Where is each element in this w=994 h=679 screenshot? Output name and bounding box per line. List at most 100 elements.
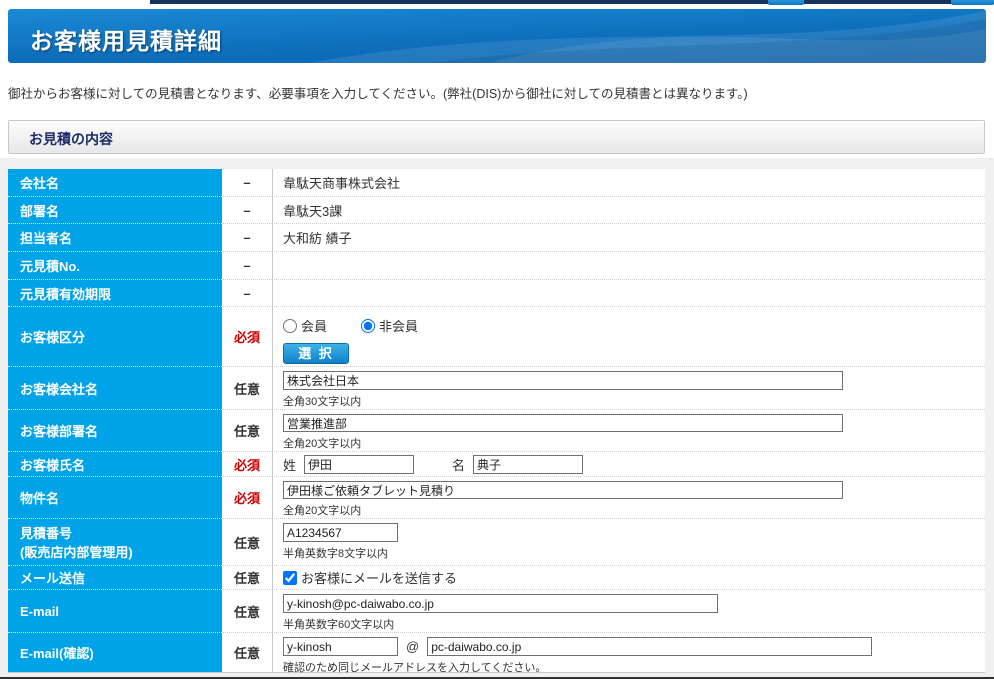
- send-mail-checkbox-label: お客様にメールを送信する: [301, 568, 457, 587]
- requirement-marker: –: [222, 169, 272, 197]
- last-name-input[interactable]: [304, 455, 414, 474]
- readonly-value: 大和紡 績子: [283, 228, 985, 247]
- top-button-fragment[interactable]: [951, 0, 994, 5]
- requirement-marker: 任意: [222, 590, 272, 633]
- value-cell: お客様にメールを送信する: [272, 566, 985, 590]
- row-original-quote-no: 元見積No. –: [8, 252, 985, 280]
- customer-name-fields: 姓 名: [283, 455, 985, 474]
- requirement-marker: 必須: [222, 452, 272, 477]
- value-cell: [272, 280, 985, 307]
- radio-member[interactable]: 会員: [283, 316, 327, 335]
- value-cell: 半角英数字8文字以内: [272, 519, 985, 566]
- label-text: メール送信: [20, 568, 222, 587]
- requirement-marker: 必須: [222, 477, 272, 519]
- label-text: 元見積No.: [20, 256, 222, 275]
- row-person: 担当者名 – 大和紡 績子: [8, 224, 985, 252]
- select-button[interactable]: 選 択: [283, 343, 349, 364]
- row-customer-name: お客様氏名 必須 姓 名: [8, 452, 985, 477]
- label-text: 物件名: [20, 488, 222, 507]
- row-department: 部署名 – 韋駄天3課: [8, 197, 985, 224]
- label-text: お客様会社名: [20, 379, 222, 398]
- row-customer-company: お客様会社名 任意 全角30文字以内: [8, 367, 985, 410]
- first-name-input[interactable]: [473, 455, 583, 474]
- radio-nonmember-label: 非会員: [379, 316, 418, 335]
- row-label: メール送信: [8, 566, 222, 590]
- row-mail-send: メール送信 任意 お客様にメールを送信する: [8, 566, 985, 590]
- email-confirm-local-input[interactable]: [283, 637, 398, 656]
- quote-form-table: 会社名 – 韋駄天商事株式会社 部署名 – 韋駄天3課 担当者名 – 大和紡 績…: [8, 169, 985, 673]
- label-text: E-mail(確認): [20, 643, 222, 662]
- value-cell: 韋駄天商事株式会社: [272, 169, 985, 197]
- section-title: お見積の内容: [9, 121, 113, 149]
- row-label: 部署名: [8, 197, 222, 224]
- requirement-marker: 任意: [222, 367, 272, 410]
- row-company: 会社名 – 韋駄天商事株式会社: [8, 169, 985, 197]
- row-label: 担当者名: [8, 224, 222, 252]
- radio-nonmember[interactable]: 非会員: [361, 316, 418, 335]
- label-text: お客様区分: [20, 327, 222, 346]
- customer-department-input[interactable]: [283, 414, 843, 432]
- row-label: お客様会社名: [8, 367, 222, 410]
- top-button-fragment[interactable]: [768, 0, 804, 5]
- subject-input[interactable]: [283, 481, 843, 499]
- send-mail-checkbox-row[interactable]: お客様にメールを送信する: [283, 568, 985, 587]
- radio-nonmember-input[interactable]: [361, 319, 375, 333]
- radio-member-label: 会員: [301, 316, 327, 335]
- input-note: 確認のため同じメールアドレスを入力してください。: [283, 659, 985, 675]
- readonly-value: 韋駄天3課: [283, 201, 985, 220]
- page-header-banner: お客様用見積詳細: [8, 9, 986, 63]
- row-original-quote-expiry: 元見積有効期限 –: [8, 280, 985, 307]
- label-text: 部署名: [20, 201, 222, 220]
- label-text: 元見積有効期限: [20, 284, 222, 303]
- send-mail-checkbox[interactable]: [283, 571, 297, 585]
- email-input[interactable]: [283, 594, 718, 613]
- row-label: 会社名: [8, 169, 222, 197]
- row-customer-type: お客様区分 必須 会員 非会員 選 択: [8, 307, 985, 367]
- readonly-value: 韋駄天商事株式会社: [283, 173, 985, 192]
- label-text: E-mail: [20, 604, 222, 619]
- value-cell: 会員 非会員 選 択: [272, 307, 985, 367]
- last-name-label: 姓: [283, 455, 296, 474]
- value-cell: 姓 名: [272, 452, 985, 477]
- requirement-marker: –: [222, 280, 272, 307]
- input-note: 半角英数字8文字以内: [283, 545, 985, 561]
- requirement-marker: –: [222, 197, 272, 224]
- label-text-line2: (販売店内部管理用): [20, 542, 222, 561]
- input-note: 全角30文字以内: [283, 393, 985, 409]
- requirement-marker: –: [222, 224, 272, 252]
- customer-company-input[interactable]: [283, 371, 843, 390]
- requirement-marker: –: [222, 252, 272, 280]
- row-label: E-mail(確認): [8, 633, 222, 672]
- first-name-label: 名: [452, 455, 465, 474]
- value-cell: 半角英数字60文字以内: [272, 590, 985, 633]
- requirement-marker: 必須: [222, 307, 272, 367]
- label-text: 会社名: [20, 173, 222, 192]
- row-label: E-mail: [8, 590, 222, 633]
- row-label: 見積番号 (販売店内部管理用): [8, 519, 222, 566]
- email-confirm-domain-input[interactable]: [427, 637, 872, 656]
- row-label: 元見積有効期限: [8, 280, 222, 307]
- value-cell: @ 確認のため同じメールアドレスを入力してください。: [272, 633, 985, 672]
- row-label: 元見積No.: [8, 252, 222, 280]
- input-note: 半角英数字60文字以内: [283, 616, 985, 632]
- page-description: 御社からお客様に対しての見積書となります、必要事項を入力してください。(弊社(D…: [8, 83, 986, 102]
- label-text: 担当者名: [20, 228, 222, 247]
- row-email: E-mail 任意 半角英数字60文字以内: [8, 590, 985, 633]
- row-label: お客様部署名: [8, 410, 222, 452]
- page: お客様用見積詳細 御社からお客様に対しての見積書となります、必要事項を入力してく…: [0, 0, 994, 679]
- quote-number-input[interactable]: [283, 523, 398, 542]
- value-cell: 全角20文字以内: [272, 410, 985, 452]
- customer-type-radio-group: 会員 非会員: [283, 316, 985, 335]
- radio-member-input[interactable]: [283, 319, 297, 333]
- at-sign: @: [406, 639, 419, 654]
- label-text: お客様氏名: [20, 455, 222, 474]
- requirement-marker: 任意: [222, 519, 272, 566]
- input-note: 全角20文字以内: [283, 502, 985, 518]
- page-title: お客様用見積詳細: [8, 9, 986, 56]
- row-quote-number: 見積番号 (販売店内部管理用) 任意 半角英数字8文字以内: [8, 519, 985, 566]
- email-confirm-fields: @: [283, 637, 985, 656]
- row-customer-department: お客様部署名 任意 全角20文字以内: [8, 410, 985, 452]
- value-cell: 韋駄天3課: [272, 197, 985, 224]
- value-cell: 全角30文字以内: [272, 367, 985, 410]
- row-email-confirm: E-mail(確認) 任意 @ 確認のため同じメールアドレスを入力してください。: [8, 633, 985, 672]
